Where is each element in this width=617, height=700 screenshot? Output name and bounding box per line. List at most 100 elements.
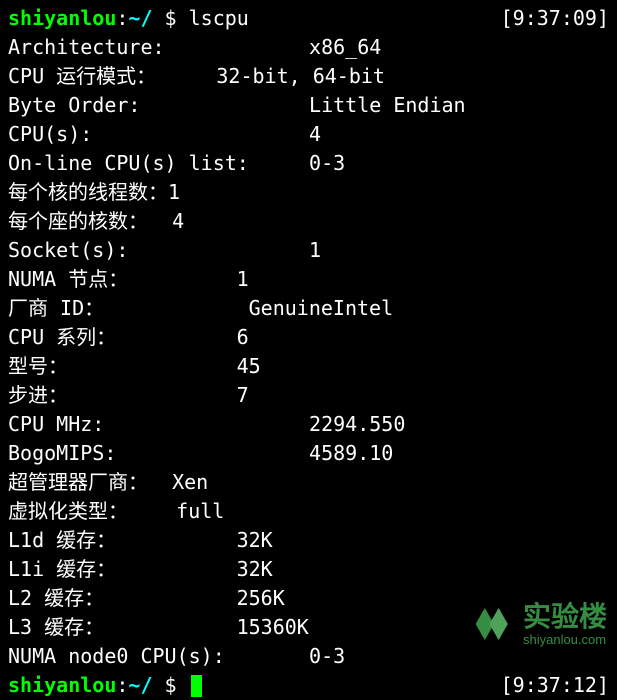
row-value: 6 xyxy=(237,323,249,352)
row-value: 32-bit, 64-bit xyxy=(216,62,385,91)
row-label: 型号： xyxy=(8,352,68,381)
row-value: full xyxy=(176,497,224,526)
row-pad xyxy=(128,497,176,526)
row-label: NUMA 节点： xyxy=(8,265,128,294)
row-label: L3 缓存： xyxy=(8,613,104,642)
row-pad xyxy=(116,555,236,584)
output-row: On-line CPU(s) list: 0-3 xyxy=(8,149,609,178)
output-row: Byte Order: Little Endian xyxy=(8,91,609,120)
prompt-user: shiyanlou xyxy=(8,6,116,30)
lscpu-output: Architecture: x86_64CPU 运行模式： 32-bit, 64… xyxy=(8,33,609,671)
row-label: CPU(s): xyxy=(8,120,92,149)
time-2: [9:37:12] xyxy=(501,671,609,700)
row-pad xyxy=(92,120,309,149)
row-value: 7 xyxy=(237,381,249,410)
row-pad xyxy=(249,149,309,178)
output-row: NUMA node0 CPU(s): 0-3 xyxy=(8,642,609,671)
time-1: [9:37:09] xyxy=(501,4,609,33)
row-label: 超管理器厂商： xyxy=(8,468,148,497)
row-label: CPU MHz: xyxy=(8,410,104,439)
output-row: BogoMIPS: 4589.10 xyxy=(8,439,609,468)
output-row: L2 缓存： 256K xyxy=(8,584,609,613)
row-label: 虚拟化类型： xyxy=(8,497,128,526)
prompt-left-1: shiyanlou:~/ $ lscpu xyxy=(8,4,249,33)
row-label: Architecture: xyxy=(8,33,165,62)
row-value: 2294.550 xyxy=(309,410,405,439)
output-row: L1d 缓存： 32K xyxy=(8,526,609,555)
row-pad xyxy=(104,410,309,439)
command-text[interactable]: lscpu xyxy=(189,6,249,30)
row-pad xyxy=(165,33,310,62)
output-row: 每个座的核数： 4 xyxy=(8,207,609,236)
row-value: x86_64 xyxy=(309,33,381,62)
row-pad xyxy=(128,236,309,265)
cursor-block[interactable] xyxy=(191,675,202,697)
row-label: CPU 系列： xyxy=(8,323,116,352)
output-row: 超管理器厂商： Xen xyxy=(8,468,609,497)
row-label: On-line CPU(s) list: xyxy=(8,149,249,178)
row-pad xyxy=(225,642,309,671)
row-label: CPU 运行模式： xyxy=(8,62,156,91)
output-row: Architecture: x86_64 xyxy=(8,33,609,62)
output-row: 厂商 ID： GenuineIntel xyxy=(8,294,609,323)
output-row: 每个核的线程数：1 xyxy=(8,178,609,207)
output-row: NUMA 节点： 1 xyxy=(8,265,609,294)
row-pad xyxy=(68,352,237,381)
row-pad xyxy=(128,265,236,294)
output-row: Socket(s): 1 xyxy=(8,236,609,265)
row-value: 0-3 xyxy=(309,642,345,671)
row-label: L2 缓存： xyxy=(8,584,104,613)
prompt-left-2: shiyanlou:~/ $ xyxy=(8,671,202,700)
row-pad xyxy=(140,91,309,120)
row-pad xyxy=(148,468,172,497)
prompt-path: ~/ xyxy=(128,6,152,30)
row-pad xyxy=(68,381,237,410)
row-pad xyxy=(104,294,249,323)
row-label: 每个座的核数： xyxy=(8,207,148,236)
row-value: 32K xyxy=(237,555,273,584)
output-row: CPU MHz: 2294.550 xyxy=(8,410,609,439)
row-value: 4 xyxy=(309,120,321,149)
row-pad xyxy=(116,526,236,555)
row-label: 每个核的线程数： xyxy=(8,178,168,207)
row-label: 步进： xyxy=(8,381,68,410)
row-pad xyxy=(156,62,216,91)
row-label: L1d 缓存： xyxy=(8,526,116,555)
row-value: 1 xyxy=(168,178,180,207)
output-row: 步进： 7 xyxy=(8,381,609,410)
output-row: L1i 缓存： 32K xyxy=(8,555,609,584)
row-label: Socket(s): xyxy=(8,236,128,265)
output-row: 虚拟化类型： full xyxy=(8,497,609,526)
prompt-line-2: shiyanlou:~/ $ [9:37:12] xyxy=(8,671,609,700)
output-row: L3 缓存： 15360K xyxy=(8,613,609,642)
row-value: 1 xyxy=(237,265,249,294)
row-value: GenuineIntel xyxy=(249,294,394,323)
row-value: 4589.10 xyxy=(309,439,393,468)
row-pad xyxy=(104,613,236,642)
row-label: BogoMIPS: xyxy=(8,439,116,468)
output-row: CPU 系列： 6 xyxy=(8,323,609,352)
row-value: 1 xyxy=(309,236,321,265)
row-value: Little Endian xyxy=(309,91,466,120)
row-label: L1i 缓存： xyxy=(8,555,116,584)
row-value: 45 xyxy=(237,352,261,381)
output-row: CPU(s): 4 xyxy=(8,120,609,149)
output-row: CPU 运行模式： 32-bit, 64-bit xyxy=(8,62,609,91)
row-value: 15360K xyxy=(237,613,309,642)
row-label: NUMA node0 CPU(s): xyxy=(8,642,225,671)
row-value: Xen xyxy=(172,468,208,497)
prompt-line-1: shiyanlou:~/ $ lscpu [9:37:09] xyxy=(8,4,609,33)
row-pad xyxy=(116,439,309,468)
row-value: 256K xyxy=(237,584,285,613)
row-label: 厂商 ID： xyxy=(8,294,104,323)
row-value: 32K xyxy=(237,526,273,555)
prompt-dollar: $ xyxy=(153,6,189,30)
row-pad xyxy=(148,207,172,236)
row-pad xyxy=(104,584,236,613)
row-value: 4 xyxy=(172,207,184,236)
output-row: 型号： 45 xyxy=(8,352,609,381)
row-pad xyxy=(116,323,236,352)
row-label: Byte Order: xyxy=(8,91,140,120)
prompt-sep: : xyxy=(116,6,128,30)
row-value: 0-3 xyxy=(309,149,345,178)
